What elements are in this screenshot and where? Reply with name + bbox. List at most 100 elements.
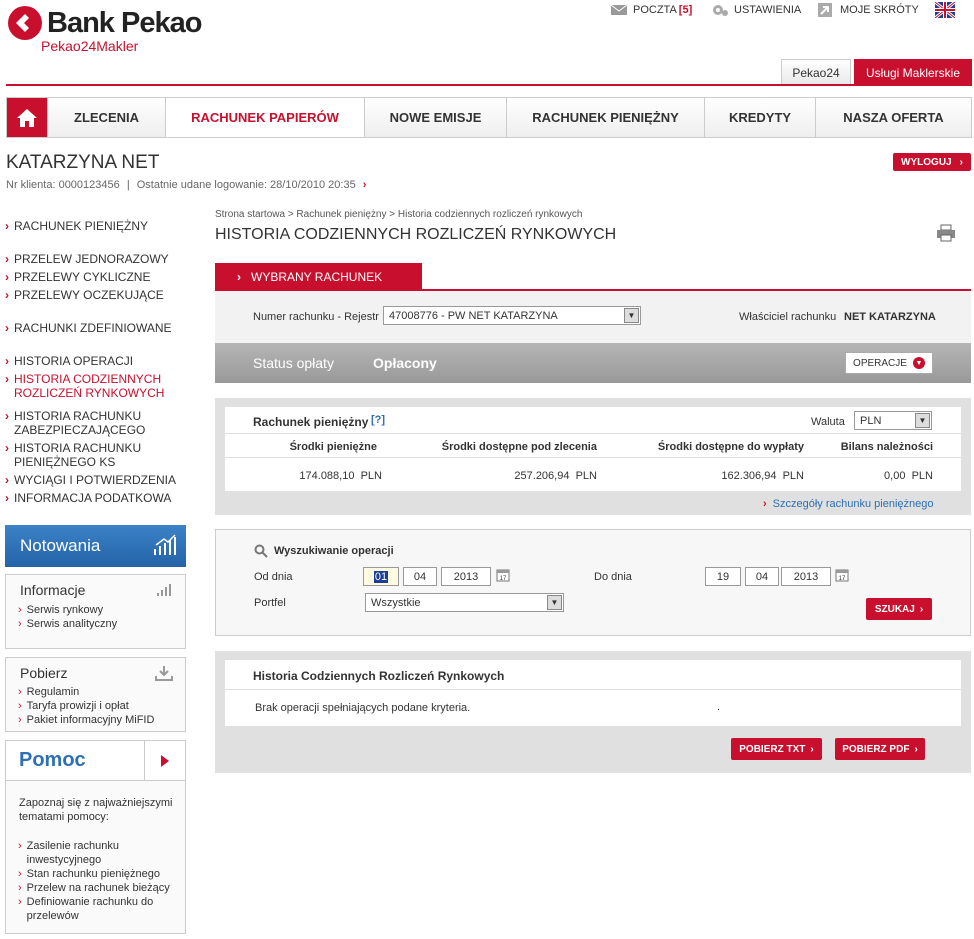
signal-bars-icon bbox=[157, 584, 171, 596]
header-divider bbox=[6, 84, 972, 86]
main-nav: ZLECENIA RACHUNEK PAPIERÓW NOWE EMISJE R… bbox=[6, 97, 972, 138]
svg-text:17: 17 bbox=[500, 576, 507, 582]
link-przelew-biezacy[interactable]: › Przelew na rachunek bieżący bbox=[18, 881, 178, 895]
link-stan-rachunku[interactable]: › Stan rachunku pieniężnego bbox=[18, 867, 178, 881]
settings-link[interactable]: USTAWIENIA bbox=[711, 3, 801, 17]
chevron-down-icon: ▼ bbox=[547, 595, 562, 610]
sidebar-item-historia-operacji[interactable]: › HISTORIA OPERACJI bbox=[5, 354, 133, 368]
mail-count: [5] bbox=[678, 4, 693, 16]
calendar-icon[interactable]: 17 bbox=[496, 568, 510, 582]
details-link[interactable]: › Szczegóły rachunku pieniężnego bbox=[763, 498, 934, 510]
uk-flag-icon[interactable] bbox=[934, 0, 956, 20]
cash-table: Rachunek pieniężny [?] Waluta PLN ▼ Środ… bbox=[225, 407, 961, 491]
cash-panel: Rachunek pieniężny [?] Waluta PLN ▼ Środ… bbox=[215, 398, 971, 515]
currency-select[interactable]: PLN ▼ bbox=[854, 411, 932, 430]
sidebar-item-przelewy-cykliczne[interactable]: › PRZELEWY CYKLICZNE bbox=[5, 270, 150, 284]
search-button[interactable]: SZUKAJ › bbox=[866, 598, 932, 620]
pomoc-header[interactable]: Pomoc bbox=[6, 741, 185, 781]
client-number: Nr klienta: 0000123456 bbox=[6, 179, 120, 191]
home-button[interactable] bbox=[7, 98, 47, 137]
gear-icon bbox=[713, 5, 728, 16]
search-icon bbox=[254, 544, 268, 558]
tab-uslugi-maklerskie[interactable]: Usługi Maklerskie bbox=[854, 59, 972, 85]
search-panel: Wyszukiwanie operacji Od dnia 01 04 2013… bbox=[215, 529, 971, 636]
pobierz-title: Pobierz bbox=[20, 665, 68, 681]
nav-rachunek-papierow[interactable]: RACHUNEK PAPIERÓW bbox=[165, 98, 364, 137]
portfolio-select[interactable]: Wszystkie ▼ bbox=[365, 593, 564, 612]
help-link[interactable]: [?] bbox=[371, 414, 385, 426]
nav-kredyty[interactable]: KREDYTY bbox=[704, 98, 815, 137]
to-day-input[interactable]: 19 bbox=[705, 567, 741, 586]
pomoc-box: Pomoc Zapoznaj się z najważniejszymi tem… bbox=[5, 740, 186, 934]
breadcrumb[interactable]: Strona startowa > Rachunek pieniężny > H… bbox=[215, 209, 582, 220]
sidebar-item-przelew-jednorazowy[interactable]: › PRZELEW JEDNORAZOWY bbox=[5, 252, 169, 266]
cash-header: Rachunek pieniężny [?] Waluta PLN ▼ bbox=[225, 407, 961, 434]
informacje-box: Informacje › Serwis rynkowy › Serwis anali… bbox=[5, 574, 186, 649]
link-regulamin[interactable]: › Regulamin bbox=[18, 685, 79, 699]
tab-wybrany-rachunek[interactable]: › WYBRANY RACHUNEK bbox=[215, 263, 422, 290]
pomoc-intro: Zapoznaj się z najważniejszymi tematami … bbox=[19, 797, 173, 823]
chevron-down-icon: ▼ bbox=[624, 308, 639, 323]
account-select[interactable]: 47008776 - PW NET KATARZYNA ▼ bbox=[383, 306, 641, 325]
download-icon bbox=[155, 666, 173, 681]
nav-nowe-emisje[interactable]: NOWE EMISJE bbox=[364, 98, 506, 137]
to-year-input[interactable]: 2013 bbox=[781, 567, 831, 586]
history-title: Historia Codziennych Rozliczeń Rynkowych bbox=[253, 669, 505, 683]
status-value: Opłacony bbox=[373, 355, 437, 371]
link-mifid[interactable]: › Pakiet informacyjny MiFID bbox=[18, 713, 154, 727]
envelope-icon bbox=[610, 4, 628, 15]
pomoc-expand-button[interactable] bbox=[144, 741, 185, 780]
from-day-input[interactable]: 01 bbox=[363, 567, 399, 586]
history-dot: . bbox=[717, 701, 721, 713]
history-empty-message: Brak operacji spełniających podane kryte… bbox=[255, 702, 471, 714]
download-pdf-button[interactable]: POBIERZ PDF › bbox=[835, 738, 925, 760]
shortcut-arrow-icon bbox=[818, 3, 832, 17]
triangle-right-icon bbox=[161, 754, 169, 767]
account-number-label: Numer rachunku - Rejestr bbox=[253, 311, 379, 323]
to-label: Do dnia bbox=[594, 571, 632, 583]
sidebar-item-rachunki-zdefiniowane[interactable]: › RACHUNKI ZDEFINIOWANE bbox=[5, 321, 172, 335]
from-month-input[interactable]: 04 bbox=[403, 567, 437, 586]
link-definiowanie[interactable]: › Definiowanie rachunku do przelewów bbox=[18, 895, 178, 923]
chart-trend-icon bbox=[154, 534, 176, 555]
notowania-button[interactable]: Notowania bbox=[5, 525, 186, 567]
portfolio-label: Portfel bbox=[254, 597, 286, 609]
sidebar-item-informacja-podatkowa[interactable]: › INFORMACJA PODATKOWA bbox=[5, 491, 171, 505]
bank-logo[interactable]: Bank Pekao Pekao24Makler bbox=[7, 5, 207, 55]
pomoc-title: Pomoc bbox=[19, 749, 86, 771]
status-bar: Status opłaty Opłacony OPERACJE ▼ bbox=[215, 343, 971, 383]
sidebar-item-historia-zabezpieczajacego[interactable]: › HISTORIA RACHUNKU ZABEZPIECZAJĄCEGO bbox=[5, 409, 165, 437]
from-year-input[interactable]: 2013 bbox=[441, 567, 491, 586]
link-serwis-rynkowy[interactable]: › Serwis rynkowy bbox=[18, 603, 103, 617]
informacje-title: Informacje bbox=[20, 582, 86, 598]
last-login: Ostatnie udane logowanie: 28/10/2010 20:… bbox=[136, 179, 356, 191]
sidebar-item-rachunek-pieniezny[interactable]: › RACHUNEK PIENIĘŻNY bbox=[5, 219, 148, 233]
shortcuts-label: MOJE SKRÓTY bbox=[840, 4, 919, 16]
nav-nasza-oferta[interactable]: NASZA OFERTA bbox=[815, 98, 971, 137]
nav-rachunek-pieniezny[interactable]: RACHUNEK PIENIĘŻNY bbox=[506, 98, 704, 137]
shortcuts-link[interactable]: MOJE SKRÓTY bbox=[817, 3, 919, 17]
link-taryfa[interactable]: › Taryfa prowizji i opłat bbox=[18, 699, 129, 713]
bank-logo-icon bbox=[8, 6, 42, 40]
nav-zlecenia[interactable]: ZLECENIA bbox=[47, 98, 165, 137]
cell-pod-zlecenia: 257.206,94 PLN bbox=[514, 470, 597, 482]
operations-dropdown[interactable]: OPERACJE ▼ bbox=[845, 352, 933, 374]
chevron-down-icon: ▼ bbox=[915, 413, 930, 428]
col-pod-zlecenia: Środki dostępne pod zlecenia bbox=[441, 441, 597, 453]
sidebar-item-przelewy-oczekujace[interactable]: › PRZELEWY OCZEKUJĄCE bbox=[5, 288, 164, 302]
tab-pekao24[interactable]: Pekao24 bbox=[781, 59, 851, 85]
sidebar-item-historia-rozliczen[interactable]: › HISTORIA CODZIENNYCH ROZLICZEŃ RYNKOWYC… bbox=[5, 372, 165, 400]
link-zasilenie[interactable]: › Zasilenie rachunku inwestycyjnego bbox=[18, 839, 178, 867]
logout-button[interactable]: WYLOGUJ › bbox=[893, 153, 971, 171]
download-txt-button[interactable]: POBIERZ TXT › bbox=[731, 738, 822, 760]
calendar-icon[interactable]: 17 bbox=[835, 568, 849, 582]
sidebar-item-historia-ks[interactable]: › HISTORIA RACHUNKU PIENIĘŻNEGO KS bbox=[5, 441, 165, 469]
chevron-down-icon: ▼ bbox=[912, 357, 925, 369]
mail-link[interactable]: POCZTA [5] bbox=[610, 3, 692, 17]
link-serwis-analityczny[interactable]: › Serwis analityczny bbox=[18, 617, 117, 631]
print-icon[interactable] bbox=[936, 224, 956, 242]
settings-label: USTAWIENIA bbox=[734, 4, 802, 16]
home-icon bbox=[17, 108, 37, 127]
sidebar-item-wyciagi[interactable]: › WYCIĄGI I POTWIERDZENIA bbox=[5, 473, 176, 487]
to-month-input[interactable]: 04 bbox=[745, 567, 779, 586]
